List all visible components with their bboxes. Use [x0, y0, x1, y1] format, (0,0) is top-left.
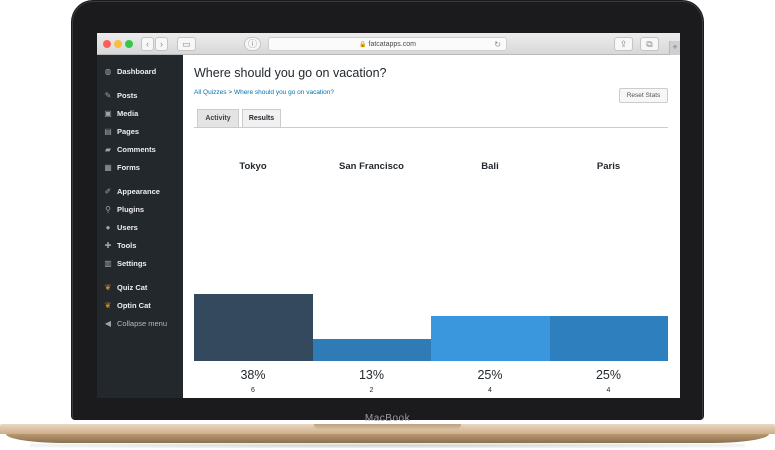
- response-count: 4: [606, 387, 611, 394]
- result-bar: [431, 316, 550, 361]
- result-bar: [194, 294, 313, 361]
- response-count: 2: [369, 387, 374, 394]
- pages-icon: ▤: [104, 126, 112, 136]
- chevron-right-icon: ›: [160, 39, 163, 49]
- plugin-icon: ⚲: [105, 204, 111, 214]
- percent-label: 38%: [240, 368, 266, 382]
- sidebar-item-label: Appearance: [117, 186, 160, 196]
- laptop-frame: ‹ › ▭ ⓘ 🔒 fatcatapps.com ↻ ⇪ ⧉ + ◍ Dashboa…: [0, 0, 775, 450]
- back-button[interactable]: ‹: [141, 37, 154, 51]
- result-bar: [312, 339, 431, 361]
- show-tabs-button[interactable]: ⧉: [640, 37, 659, 51]
- cat-icon: ❦: [104, 300, 112, 310]
- category-label: Paris: [596, 161, 621, 172]
- sidebar-item-label: Plugins: [117, 204, 145, 214]
- sidebar-item-label: Dashboard: [117, 66, 157, 76]
- percent-label: 25%: [477, 368, 503, 382]
- sidebar-item-label: Tools: [117, 240, 137, 250]
- breadcrumb: All Quizzes > Where should you go on vac…: [194, 89, 334, 96]
- cat-icon: ❦: [104, 282, 112, 292]
- device-brand-label: MacBook: [364, 413, 411, 424]
- collapse-menu-button[interactable]: ◀ Collapse menu: [97, 315, 183, 331]
- category-label: Tokyo: [239, 161, 267, 172]
- sidebar-item-label: Forms: [117, 162, 140, 172]
- breadcrumb-link-current[interactable]: Where should you go on vacation?: [234, 89, 334, 96]
- tab-divider: [194, 127, 668, 128]
- category-label: Bali: [481, 161, 499, 172]
- sidebar-item-settings[interactable]: ▥ Settings: [97, 255, 183, 271]
- pin-icon: ✎: [104, 90, 112, 100]
- laptop-base-edge: [6, 434, 769, 443]
- sidebar-item-label: Comments: [117, 144, 156, 154]
- sidebar-item-forms[interactable]: ▦ Forms: [97, 159, 183, 175]
- address-bar[interactable]: 🔒 fatcatapps.com ↻: [268, 37, 507, 51]
- sidebar-item-pages[interactable]: ▤ Pages: [97, 123, 183, 139]
- sidebar-item-comments[interactable]: ▰ Comments: [97, 141, 183, 157]
- tabs-icon: ⧉: [646, 39, 653, 49]
- reset-stats-button[interactable]: Reset Stats: [619, 88, 668, 103]
- laptop-shadow: [30, 443, 745, 448]
- plus-icon: +: [672, 42, 678, 52]
- chevron-left-icon: ‹: [146, 39, 149, 49]
- forms-icon: ▦: [104, 162, 112, 172]
- collapse-icon: ◀: [104, 318, 112, 328]
- sidebar-item-label: Settings: [117, 258, 147, 268]
- brush-icon: ✐: [104, 186, 112, 196]
- fullscreen-window-button[interactable]: [125, 40, 133, 48]
- address-text: fatcatapps.com: [368, 41, 416, 48]
- laptop-notch: [314, 424, 461, 430]
- reload-icon[interactable]: ↻: [494, 38, 501, 51]
- share-icon: ⇪: [619, 39, 628, 49]
- admin-sidebar: ◍ Dashboard ✎ Posts ▣ Media ▤ Pages ▰ Comment…: [97, 55, 183, 398]
- sidebar-item-label: Posts: [117, 90, 138, 100]
- sidebar-item-label: Pages: [117, 126, 140, 136]
- main-content: Where should you go on vacation? All Qui…: [183, 55, 680, 398]
- sidebar-item-dashboard[interactable]: ◍ Dashboard: [97, 63, 183, 79]
- settings-icon: ▥: [104, 258, 112, 268]
- percent-label: 13%: [358, 368, 385, 382]
- browser-toolbar: ‹ › ▭ ⓘ 🔒 fatcatapps.com ↻ ⇪ ⧉ +: [97, 33, 680, 55]
- sidebar-item-quiz-cat[interactable]: ❦ Quiz Cat: [97, 279, 183, 295]
- response-count: 6: [251, 387, 255, 394]
- sidebar-item-users[interactable]: ● Users: [97, 219, 183, 235]
- page-title: Where should you go on vacation?: [194, 66, 387, 80]
- category-label: San Francisco: [339, 161, 404, 172]
- tab-results[interactable]: Results: [242, 109, 281, 127]
- sidebar-item-media[interactable]: ▣ Media: [97, 105, 183, 121]
- breadcrumb-link-all-quizzes[interactable]: All Quizzes: [194, 89, 227, 96]
- sidebar-item-label: Optin Cat: [117, 300, 151, 310]
- comment-icon: ▰: [104, 144, 112, 154]
- sidebar-item-label: Quiz Cat: [117, 282, 148, 292]
- sidebar-toggle-button[interactable]: ▭: [177, 37, 196, 51]
- info-icon: ⓘ: [247, 39, 257, 49]
- dashboard-icon: ◍: [104, 66, 112, 76]
- new-tab-button[interactable]: +: [669, 41, 680, 55]
- media-icon: ▣: [104, 108, 112, 118]
- percent-label: 25%: [595, 368, 622, 382]
- minimize-window-button[interactable]: [114, 40, 122, 48]
- tab-activity[interactable]: Activity: [197, 109, 239, 127]
- close-window-button[interactable]: [103, 40, 111, 48]
- sidebar-item-plugins[interactable]: ⚲ Plugins: [97, 201, 183, 217]
- user-icon: ●: [105, 222, 111, 232]
- response-count: 4: [488, 387, 492, 394]
- share-button[interactable]: ⇪: [614, 37, 633, 51]
- forward-button[interactable]: ›: [155, 37, 168, 51]
- lock-icon: 🔒: [359, 42, 367, 48]
- sidebar-item-label: Collapse menu: [117, 318, 168, 328]
- site-info-button[interactable]: ⓘ: [244, 37, 261, 51]
- sidebar-item-optin-cat[interactable]: ❦ Optin Cat: [97, 297, 183, 313]
- breadcrumb-separator: >: [228, 89, 233, 96]
- sidebar-item-label: Media: [117, 108, 139, 118]
- sidebar-item-posts[interactable]: ✎ Posts: [97, 87, 183, 103]
- browser-window: ‹ › ▭ ⓘ 🔒 fatcatapps.com ↻ ⇪ ⧉ + ◍ Dashboa…: [97, 33, 680, 398]
- sidebar-item-label: Users: [117, 222, 138, 232]
- sidebar-icon: ▭: [182, 39, 191, 49]
- wrench-icon: ✚: [104, 240, 112, 250]
- sidebar-item-appearance[interactable]: ✐ Appearance: [97, 183, 183, 199]
- sidebar-item-tools[interactable]: ✚ Tools: [97, 237, 183, 253]
- result-bar: [549, 316, 668, 361]
